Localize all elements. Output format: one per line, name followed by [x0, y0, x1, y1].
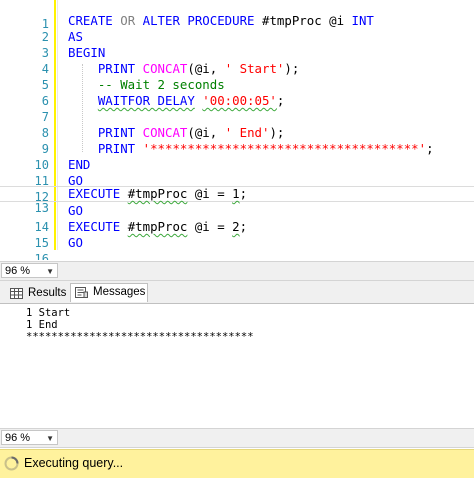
code-line-11[interactable]: 11 END [0, 157, 474, 188]
code-text[interactable]: CREATE OR ALTER PROCEDURE #tmpProc @i IN… [68, 13, 374, 29]
code-line-14[interactable]: 14 GO [0, 203, 474, 234]
results-zoom-select[interactable]: 96 % ▼ [1, 430, 58, 445]
code-line-4[interactable]: 4 BEGIN [0, 45, 474, 76]
results-zoom-bar: 96 % ▼ [0, 428, 474, 448]
tab-messages-label: Messages [93, 286, 146, 298]
status-bar: Executing query... [0, 449, 474, 478]
code-line-8[interactable]: 8 [0, 109, 474, 140]
code-line-6[interactable]: 6 -- Wait 2 seconds [0, 77, 474, 108]
message-line: ************************************ [26, 331, 254, 343]
tab-results-label: Results [28, 287, 67, 299]
code-text[interactable]: GO [68, 235, 83, 251]
code-text[interactable]: WAITFOR DELAY '00:00:05'; [68, 93, 285, 109]
results-zoom-value: 96 % [5, 432, 31, 444]
code-line-13[interactable]: 13 EXECUTE #tmpProc @i = 1; [0, 186, 474, 215]
code-line-15[interactable]: 15 EXECUTE #tmpProc @i = 2; [0, 219, 474, 250]
code-line-3[interactable]: 3 AS [0, 29, 474, 60]
tab-results[interactable]: Results [6, 285, 68, 302]
executing-spinner-icon [4, 456, 19, 471]
chevron-down-icon[interactable]: ▼ [46, 264, 54, 279]
code-text[interactable]: EXECUTE #tmpProc @i = 2; [68, 219, 247, 235]
editor-zoom-select[interactable]: 96 % ▼ [1, 263, 58, 278]
messages-icon [75, 287, 88, 298]
code-text[interactable]: AS [68, 29, 83, 45]
editor-zoom-bar: 96 % ▼ [0, 261, 474, 281]
editor-zoom-value: 96 % [5, 265, 31, 277]
code-line-9[interactable]: 9 PRINT CONCAT(@i, ' End'); [0, 125, 474, 156]
code-text[interactable]: PRINT CONCAT(@i, ' End'); [68, 125, 285, 141]
message-line: 1 Start [26, 307, 71, 319]
code-text[interactable]: PRINT '*********************************… [68, 141, 434, 157]
messages-pane[interactable]: 1 Start 1 End **************************… [0, 303, 474, 428]
status-text: Executing query... [24, 456, 124, 470]
code-line-2[interactable]: 2 CREATE OR ALTER PROCEDURE #tmpProc @i … [0, 13, 474, 44]
line-number: 16 [34, 252, 49, 260]
code-text[interactable]: END [68, 157, 90, 173]
tab-messages[interactable]: Messages [70, 283, 148, 302]
sql-editor[interactable]: 1 2 CREATE OR ALTER PROCEDURE #tmpProc @… [0, 0, 474, 260]
code-line-5[interactable]: 5 PRINT CONCAT(@i, ' Start'); [0, 61, 474, 92]
code-line-7[interactable]: 7 WAITFOR DELAY '00:00:05'; [0, 93, 474, 124]
code-line-10[interactable]: 10 PRINT '******************************… [0, 141, 474, 172]
results-tabs-bar: Results Messages [0, 281, 474, 303]
code-text[interactable]: BEGIN [68, 45, 105, 61]
code-line-16[interactable]: 16 GO [0, 235, 474, 260]
code-text[interactable]: EXECUTE #tmpProc @i = 1; [68, 187, 247, 201]
code-comment[interactable]: -- Wait 2 seconds [68, 77, 225, 93]
code-text[interactable]: PRINT CONCAT(@i, ' Start'); [68, 61, 299, 77]
message-line: 1 End [26, 319, 58, 331]
grid-icon [10, 288, 23, 299]
code-text[interactable]: GO [68, 203, 83, 219]
chevron-down-icon[interactable]: ▼ [46, 431, 54, 446]
